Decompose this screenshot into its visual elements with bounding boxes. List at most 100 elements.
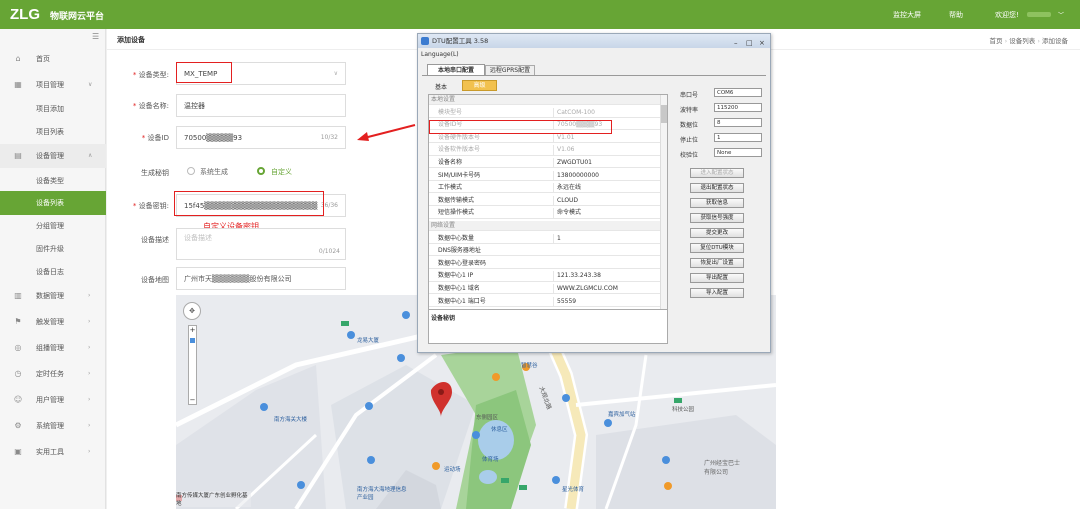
dtu-action-button[interactable]: 提交更改: [690, 228, 744, 238]
sidebar-item-users[interactable]: ☺ 用户管理 ›: [0, 388, 106, 412]
grid-row[interactable]: 数据中心1 IP 121.33.243.38: [429, 271, 661, 282]
grid-value[interactable]: WWW.ZLGMCU.COM: [553, 284, 661, 294]
grid-row[interactable]: 设备名称 ZWGDTU01: [429, 158, 661, 169]
grid-row[interactable]: 数据中心数量 1: [429, 233, 661, 244]
dtu-action-button[interactable]: 导入配置: [690, 288, 744, 298]
dtu-action-button[interactable]: 获取信号强度: [690, 213, 744, 223]
scrollbar-thumb[interactable]: [661, 105, 667, 123]
serial-field-select[interactable]: 8: [714, 118, 762, 127]
grid-value[interactable]: 55559: [553, 296, 661, 307]
chevron-right-icon: ›: [88, 318, 91, 325]
dtu-action-button[interactable]: 获取信息: [690, 198, 744, 208]
collapse-menu-icon[interactable]: ☰: [92, 32, 99, 41]
radio-custom-label[interactable]: 自定义: [271, 167, 292, 177]
map-pan-control[interactable]: ✥: [183, 302, 201, 320]
grid-value[interactable]: 命令模式: [553, 208, 661, 219]
grid-key: 设备软件版本号: [438, 146, 481, 154]
menu-language[interactable]: Language(L): [421, 51, 459, 58]
user-icon: ☺: [13, 395, 23, 404]
nav-monitor-screen[interactable]: 监控大屏: [893, 10, 921, 20]
grid-row[interactable]: 工作模式 永远在线: [429, 183, 661, 194]
subtab-advanced[interactable]: 高级: [462, 80, 497, 91]
user-greeting[interactable]: 欢迎您!: [995, 10, 1019, 20]
annotation-box-device-secret: [174, 191, 324, 216]
sidebar-item-multicast[interactable]: ◎ 组播管理 ›: [0, 336, 106, 360]
map-zoom-slider[interactable]: + −: [188, 325, 197, 405]
chevron-right-icon: ›: [88, 344, 91, 351]
grid-row[interactable]: 数据中心1 域名 WWW.ZLGMCU.COM: [429, 284, 661, 295]
dtu-action-button[interactable]: 复位DTU模块: [690, 243, 744, 253]
sidebar-item-project-list[interactable]: 项目列表: [0, 120, 106, 144]
char-counter: 0/1024: [318, 248, 340, 255]
zoom-out-icon[interactable]: −: [189, 396, 196, 404]
tab-remote-gprs[interactable]: 远程GPRS配置: [485, 65, 535, 75]
sidebar-item-project-add[interactable]: 项目添加: [0, 97, 106, 121]
serial-field-select[interactable]: COM6: [714, 88, 762, 97]
radio-system-generate-label[interactable]: 系统生成: [200, 167, 228, 177]
grid-key: 网络设置: [431, 222, 456, 229]
grid-row[interactable]: SIM/UIM卡号码 13800000000: [429, 170, 661, 181]
dtu-action-button[interactable]: 导出配置: [690, 273, 744, 283]
maximize-icon[interactable]: □: [746, 36, 753, 50]
chevron-right-icon: ›: [88, 292, 91, 299]
device-address-input[interactable]: 广州市天▒▒▒▒▒▒▒股份有限公司: [176, 267, 346, 290]
nav-help[interactable]: 帮助: [949, 10, 963, 20]
sidebar-item-device-logs[interactable]: 设备日志: [0, 260, 106, 284]
breadcrumb-device-list[interactable]: 设备列表: [1009, 37, 1035, 45]
device-desc-textarea[interactable]: 设备描述 0/1024: [176, 228, 346, 260]
tab-local-serial[interactable]: 本地串口配置: [427, 64, 485, 75]
grid-key: 短信操作模式: [438, 209, 475, 217]
minimize-icon[interactable]: –: [734, 36, 738, 50]
sidebar-item-groups[interactable]: 分组管理: [0, 214, 106, 238]
sidebar-item-device-list[interactable]: 设备列表: [0, 191, 106, 215]
breadcrumb-home[interactable]: 首页: [990, 37, 1003, 45]
sidebar-item-system[interactable]: ⚙ 系统管理 ›: [0, 414, 106, 438]
radio-system-generate[interactable]: [187, 167, 195, 175]
grid-row[interactable]: 短信操作模式 命令模式: [429, 208, 661, 219]
grid-key: 本地设置: [431, 96, 456, 103]
grid-value[interactable]: 1: [553, 233, 661, 244]
serial-field-select[interactable]: 1: [714, 133, 762, 142]
grid-row[interactable]: 数据中心登录密码: [429, 259, 661, 270]
dtu-action-button[interactable]: 退出配置状态: [690, 183, 744, 193]
serial-field-label: 校验位: [680, 152, 699, 159]
device-id-input[interactable]: 70500▒▒▒▒▒93 10/32: [176, 126, 346, 149]
grid-value[interactable]: CLOUD: [553, 195, 661, 206]
device-name-input[interactable]: 温控器: [176, 94, 346, 117]
chevron-right-icon: ›: [88, 422, 91, 429]
top-bar: ZLG 物联网云平台 监控大屏 帮助 欢迎您! ﹀: [0, 0, 1080, 29]
grid-row[interactable]: 数据中心1 端口号 55559: [429, 296, 661, 307]
sidebar-item-data[interactable]: ▥ 数据管理 ›: [0, 284, 106, 308]
sidebar-item-tools[interactable]: ▣ 实用工具 ›: [0, 440, 106, 464]
sidebar-item-projects[interactable]: ▦ 项目管理 ∨: [0, 73, 106, 97]
sidebar-item-firmware[interactable]: 固件升级: [0, 237, 106, 261]
close-icon[interactable]: ×: [759, 36, 765, 50]
sidebar-item-device-types[interactable]: 设备类型: [0, 169, 106, 193]
zoom-in-icon[interactable]: +: [189, 326, 196, 334]
chevron-down-icon: ∨: [88, 81, 93, 88]
zoom-handle[interactable]: [190, 338, 195, 343]
subtab-basic[interactable]: 基本: [435, 82, 447, 91]
grid-value[interactable]: 121.33.243.38: [553, 271, 661, 282]
dtu-action-button[interactable]: 进入配置状态: [690, 168, 744, 178]
grid-value[interactable]: 永远在线: [553, 183, 661, 194]
grid-value[interactable]: 13800000000: [553, 170, 661, 181]
radio-custom[interactable]: [257, 167, 265, 175]
serial-field-select[interactable]: 115200: [714, 103, 762, 112]
grid-row[interactable]: 数据传输模式 CLOUD: [429, 195, 661, 207]
dtu-action-button[interactable]: 恢复出厂设置: [690, 258, 744, 268]
sidebar-item-scheduled-tasks[interactable]: ◷ 定时任务 ›: [0, 362, 106, 386]
chevron-up-icon: ∧: [88, 152, 93, 159]
serial-field-label: 数据位: [680, 122, 699, 129]
sidebar-item-triggers[interactable]: ⚑ 触发管理 ›: [0, 310, 106, 334]
grid-key: 设备名称: [438, 159, 463, 166]
grid-scrollbar[interactable]: [660, 95, 667, 309]
serial-field-select[interactable]: None: [714, 148, 762, 157]
chevron-down-icon[interactable]: ﹀: [1058, 10, 1064, 19]
sidebar-item-home[interactable]: ⌂ 首页: [0, 47, 106, 71]
sidebar-item-devices[interactable]: ▤ 设备管理 ∧: [0, 144, 106, 168]
map-label: 南方海大海地理信息产业园: [357, 487, 407, 501]
grid-row[interactable]: DNS服务器地址: [429, 246, 661, 257]
grid-value[interactable]: ZWGDTU01: [553, 158, 661, 168]
grid-section-header: 网络设置: [429, 221, 661, 232]
